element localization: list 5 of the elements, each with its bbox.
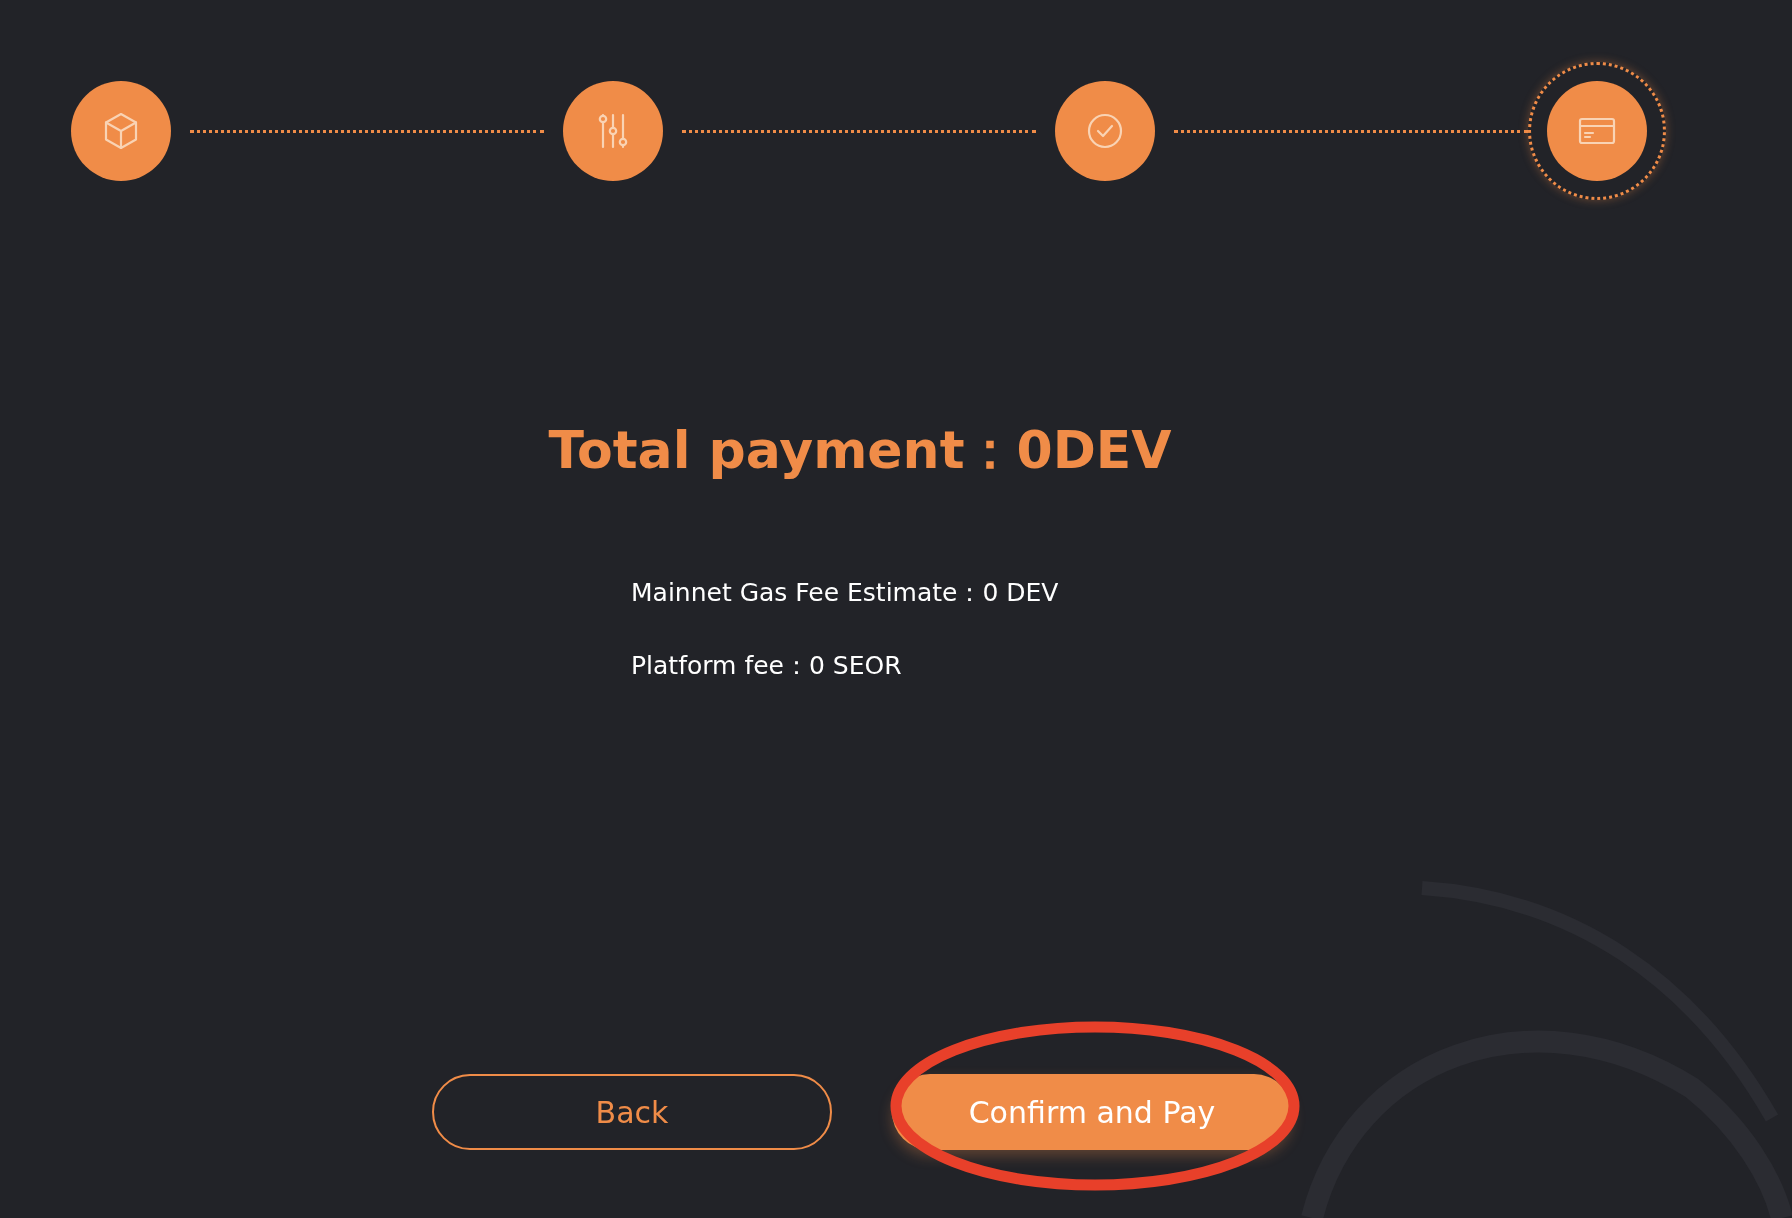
fee-line: Mainnet Gas Fee Estimate：0 DEV [631,577,1060,609]
total-payment: Total payment：0DEV [547,419,1173,482]
back-button[interactable]: Back [432,1074,832,1150]
step-indicator[interactable] [1528,62,1666,200]
fee-line: Platform fee：0 SEOR [631,650,903,682]
